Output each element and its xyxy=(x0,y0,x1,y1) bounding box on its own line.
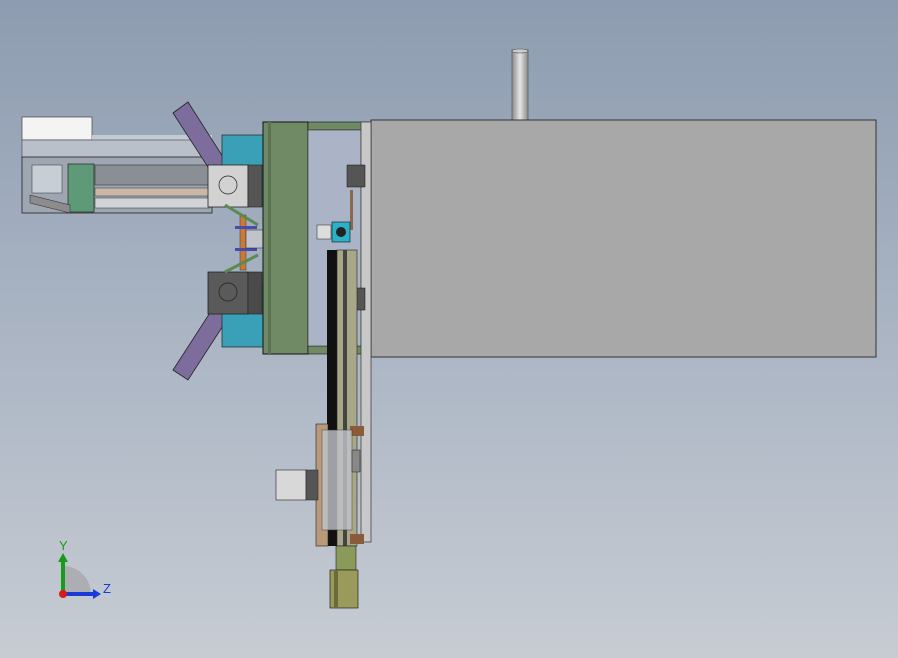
bottom-motor xyxy=(329,545,359,609)
left-linear-module xyxy=(21,116,213,214)
main-housing-box xyxy=(370,119,877,358)
propeller-blade-bottom xyxy=(172,304,231,381)
z-axis-label: Z xyxy=(103,581,111,596)
x-axis-dot xyxy=(59,590,67,598)
coordinate-triad xyxy=(58,553,101,599)
stepper-motor-top xyxy=(207,164,263,208)
triad-plane-icon xyxy=(63,566,91,594)
lower-carriage xyxy=(275,423,361,547)
y-axis-label: Y xyxy=(59,538,68,553)
stepper-motor-bottom xyxy=(207,271,263,315)
central-linkage xyxy=(224,203,265,274)
cad-viewport[interactable] xyxy=(0,0,898,658)
vertical-pole xyxy=(511,48,529,123)
